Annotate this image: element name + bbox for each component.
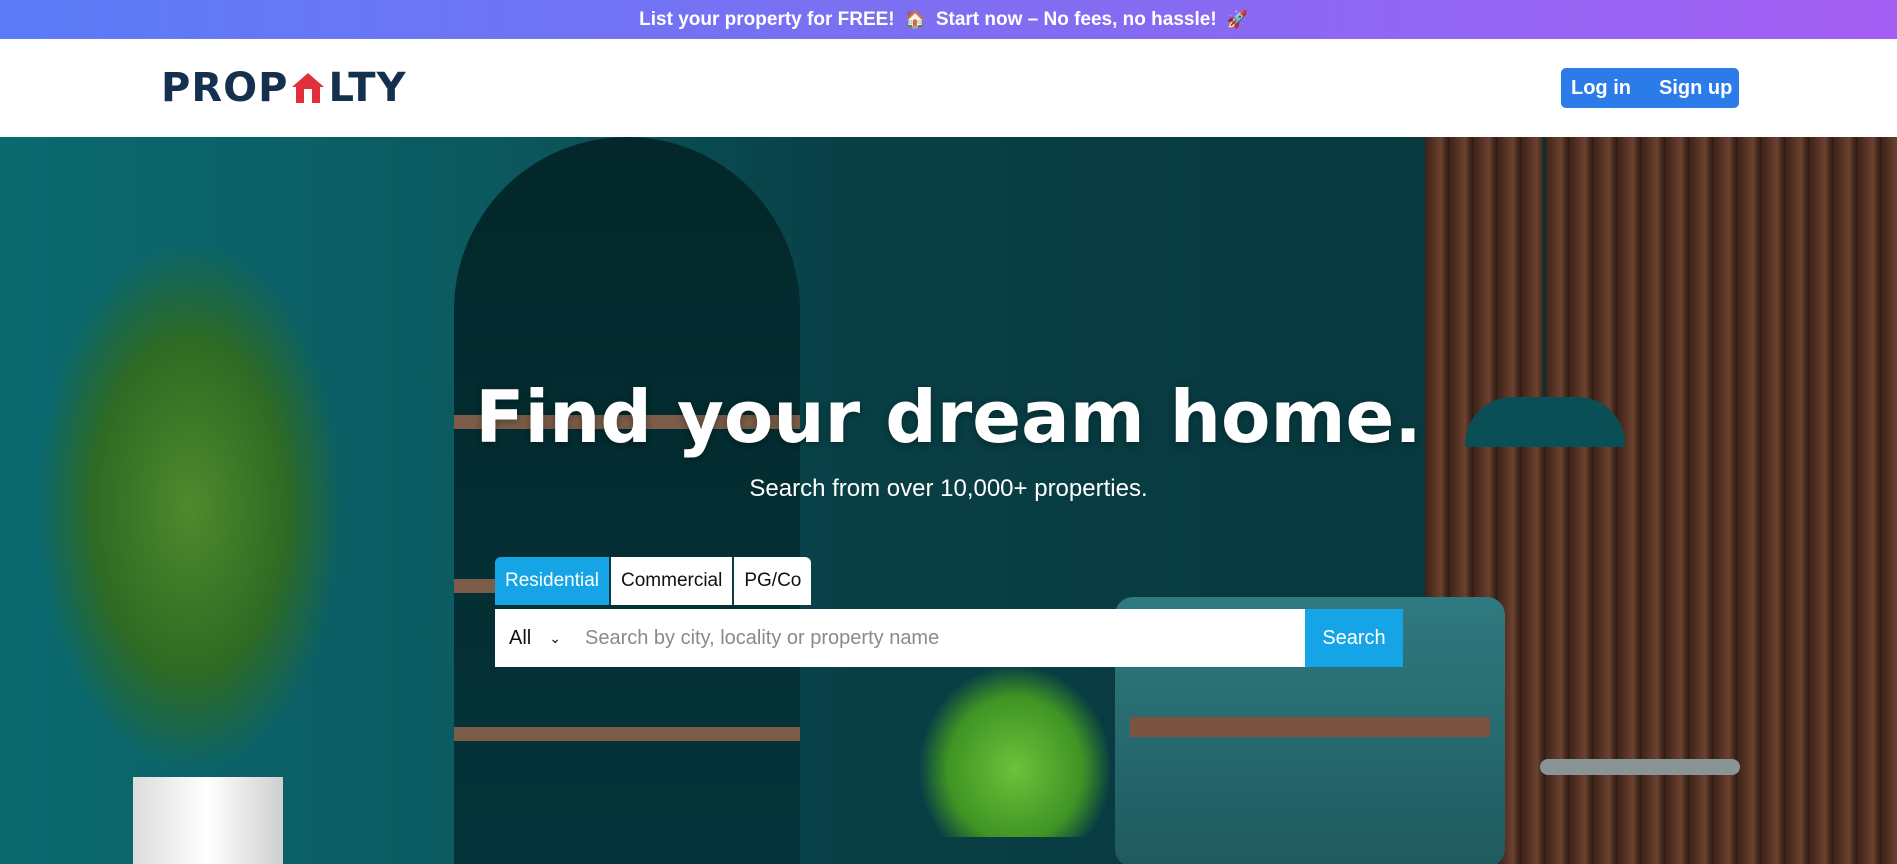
banner-text-2: Start now – No fees, no hassle! (935, 8, 1217, 30)
tab-pg-co[interactable]: PG/Co (734, 557, 812, 605)
banner-text-1: List your property for FREE! (639, 8, 895, 30)
logo[interactable]: PROP LTY (161, 63, 407, 113)
search-button[interactable]: Search (1305, 609, 1403, 667)
chevron-down-icon: ⌄ (549, 629, 561, 646)
hero-subheadline: Search from over 10,000+ properties. (749, 475, 1148, 502)
login-button[interactable]: Log in (1561, 77, 1641, 100)
hero-content: Find your dream home. Search from over 1… (0, 137, 1897, 864)
property-type-tabs: Residential Commercial PG/Co (495, 557, 812, 605)
rocket-emoji-icon: 🚀 (1226, 9, 1248, 29)
house-icon (292, 73, 325, 103)
logo-text-end: LTY (328, 65, 407, 111)
logo-text-start: PROP (161, 65, 289, 111)
auth-buttons: Log in Sign up (1561, 68, 1739, 108)
search-bar: All ⌄ Search (495, 609, 1403, 667)
house-emoji-icon: 🏠 (904, 9, 926, 29)
hero-section: Find your dream home. Search from over 1… (0, 137, 1897, 864)
hero-headline: Find your dream home. (475, 375, 1422, 459)
tab-residential[interactable]: Residential (495, 557, 611, 605)
signup-button[interactable]: Sign up (1649, 77, 1742, 100)
tab-commercial[interactable]: Commercial (611, 557, 735, 605)
search-input[interactable] (585, 609, 1305, 667)
promo-banner[interactable]: List your property for FREE! 🏠 Start now… (0, 0, 1897, 39)
category-select-value: All (509, 626, 532, 649)
navbar: PROP LTY Log in Sign up (0, 39, 1897, 137)
category-select[interactable]: All ⌄ (495, 609, 585, 667)
